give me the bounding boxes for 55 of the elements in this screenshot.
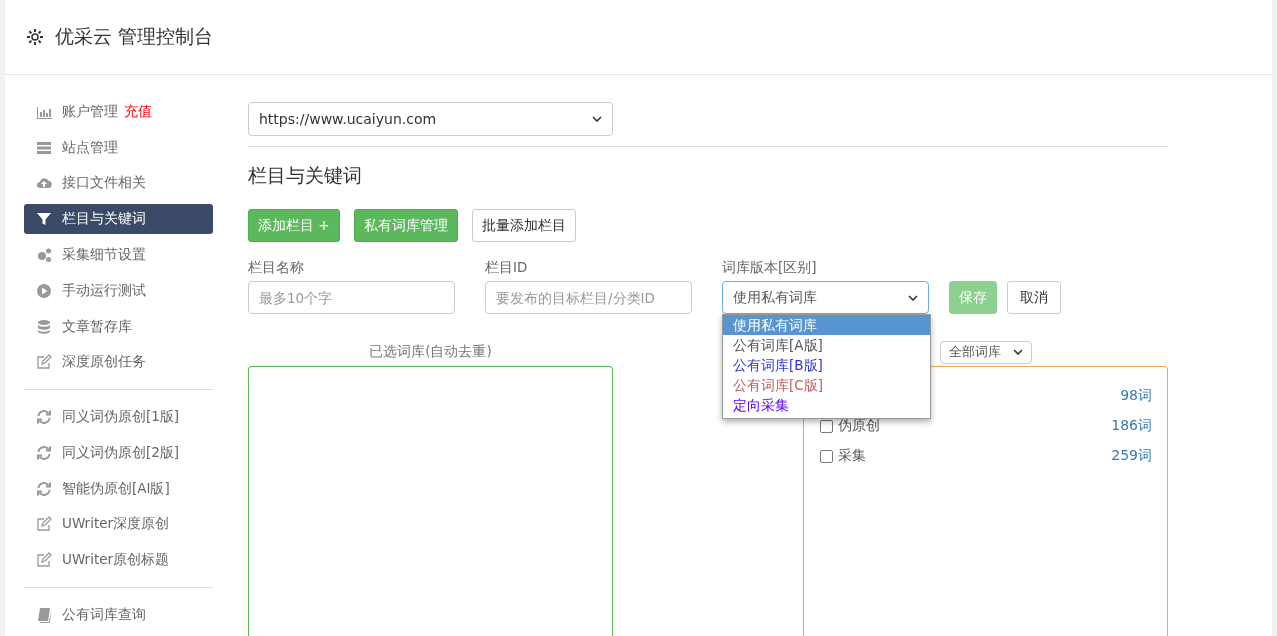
recharge-label[interactable]: 充值 bbox=[124, 102, 152, 121]
sidebar-item[interactable]: 手动运行测试 bbox=[24, 275, 213, 306]
sidebar-item[interactable]: 公有词库查询 bbox=[24, 600, 213, 630]
edit-icon bbox=[36, 516, 52, 533]
dropdown-option[interactable]: 定向采集 bbox=[723, 395, 930, 415]
database-icon bbox=[36, 318, 52, 335]
filter-icon bbox=[36, 211, 52, 228]
play-icon bbox=[36, 282, 52, 299]
sidebar-item[interactable]: 站点管理 bbox=[24, 132, 213, 163]
checkbox[interactable] bbox=[820, 449, 833, 463]
dropdown-option[interactable]: 使用私有词库 bbox=[723, 315, 930, 335]
cancel-button[interactable]: 取消 bbox=[1007, 281, 1061, 314]
sidebar-item[interactable]: 同义词伪原创[2版] bbox=[24, 438, 213, 468]
edit-icon bbox=[36, 552, 52, 569]
refresh-icon bbox=[36, 480, 52, 497]
field-label: 词库版本[区别] bbox=[722, 259, 818, 277]
id-input[interactable]: 要发布的目标栏目/分类ID bbox=[485, 281, 692, 314]
word-count: 259词 bbox=[1111, 447, 1152, 465]
field-label: 栏目名称 bbox=[248, 259, 305, 277]
site-select[interactable]: https://www.ucaiyun.com bbox=[248, 102, 613, 136]
edit-icon bbox=[36, 354, 52, 371]
library-filter-select[interactable]: 全部词库 bbox=[939, 340, 1032, 364]
dropdown-option[interactable]: 公有词库[B版] bbox=[723, 355, 930, 375]
field-label: 栏目ID bbox=[485, 259, 529, 277]
caret-icon bbox=[592, 116, 602, 122]
default-button[interactable]: 批量添加栏目 bbox=[471, 209, 576, 242]
name-input[interactable]: 最多10个字 bbox=[248, 281, 455, 314]
section-heading: 栏目与关键词 bbox=[248, 163, 363, 188]
console-title: 优采云 管理控制台 bbox=[55, 24, 214, 49]
sidebar-item[interactable]: 深度原创任务 bbox=[24, 347, 213, 378]
caret-icon bbox=[908, 294, 918, 301]
sidebar-item[interactable]: 接口文件相关 bbox=[24, 168, 213, 199]
sidebar-item[interactable]: 账户管理 充值 bbox=[24, 97, 213, 127]
sidebar-item[interactable]: 智能伪原创[AI版] bbox=[24, 473, 213, 504]
dropdown-option[interactable]: 公有词库[C版] bbox=[723, 375, 930, 395]
sidebar-item[interactable]: 栏目与关键词 bbox=[24, 204, 213, 235]
word-count: 98词 bbox=[1120, 387, 1152, 405]
sidebar-item[interactable]: UWriter原创标题 bbox=[24, 545, 213, 576]
word-count: 186词 bbox=[1111, 417, 1152, 435]
sidebar-item[interactable]: 同义词伪原创[1版] bbox=[24, 402, 213, 433]
sidebar-item[interactable]: 采集细节设置 bbox=[24, 240, 213, 270]
library-name: 采集 bbox=[838, 447, 866, 465]
book-icon bbox=[36, 607, 52, 624]
checkbox[interactable] bbox=[820, 419, 833, 433]
settings-icon bbox=[25, 27, 45, 47]
refresh-icon bbox=[36, 409, 52, 426]
library-select[interactable]: 使用私有词库 bbox=[722, 281, 929, 314]
refresh-icon bbox=[36, 444, 52, 461]
dropdown-option[interactable]: 公有词库[A版] bbox=[723, 335, 930, 355]
sidebar-item[interactable]: UWriter深度原创 bbox=[24, 509, 213, 540]
sidebar-item[interactable]: 文章暂存库 bbox=[24, 311, 213, 342]
panel-title: 已选词库(自动去重) bbox=[369, 343, 492, 361]
caret-icon bbox=[1012, 349, 1023, 355]
server-icon bbox=[36, 139, 52, 156]
library-name: 伪原创 bbox=[838, 417, 880, 435]
